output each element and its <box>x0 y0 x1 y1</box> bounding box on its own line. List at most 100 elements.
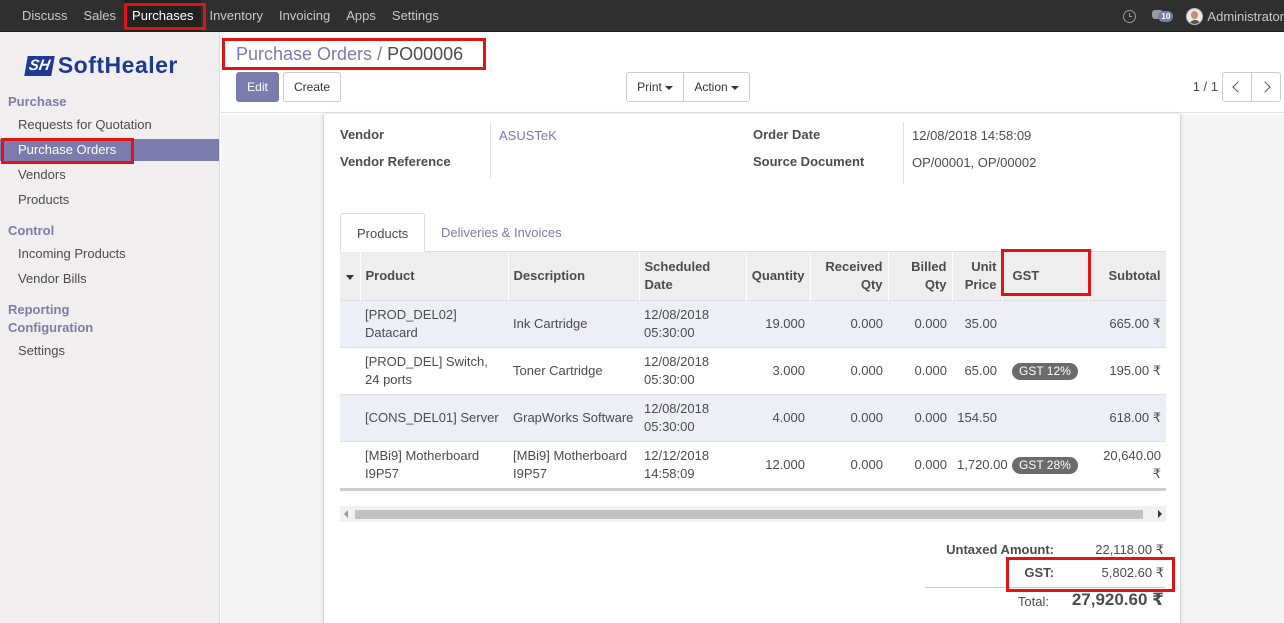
scroll-right-arrow-icon[interactable] <box>1158 510 1162 518</box>
row-handle <box>340 393 360 441</box>
create-button[interactable]: Create <box>283 72 341 102</box>
row-handle <box>340 299 360 347</box>
table-row[interactable]: [CONS_DEL01] Server GrapWorks Software 1… <box>340 393 1166 441</box>
breadcrumb-separator: / <box>372 44 388 64</box>
column-received-qty[interactable]: Received Qty <box>810 252 889 300</box>
cell-unit-price: 35.00 <box>952 299 1002 347</box>
notebook-tabs: Products Deliveries & Invoices <box>340 213 1166 252</box>
cell-quantity: 3.000 <box>746 346 810 394</box>
cell-gst: GST 12% <box>1002 346 1088 394</box>
cell-scheduled-date: 12/12/2018 14:58:09 <box>639 440 746 488</box>
cell-description: Ink Cartridge <box>508 299 639 347</box>
column-scheduled-date[interactable]: Scheduled Date <box>639 252 747 300</box>
vendor-value[interactable]: ASUSTeK <box>499 128 557 143</box>
menu-purchases[interactable]: Purchases <box>124 0 202 32</box>
scrollbar-thumb[interactable] <box>355 510 1143 519</box>
sidebar-item-rfq[interactable]: Requests for Quotation <box>0 114 219 136</box>
cell-product: [CONS_DEL01] Server <box>360 393 508 441</box>
print-dropdown[interactable]: Print <box>626 72 684 102</box>
untaxed-amount-label: Untaxed Amount: <box>946 542 1054 557</box>
menu-sales[interactable]: Sales <box>76 0 125 32</box>
pager-next-button[interactable] <box>1251 72 1281 102</box>
column-gst[interactable]: GST <box>1002 252 1089 300</box>
vendor-reference-label: Vendor Reference <box>340 154 451 169</box>
chevron-down-icon <box>664 85 673 90</box>
column-billed-qty[interactable]: Billed Qty <box>888 252 953 300</box>
sidebar-item-vendor-bills[interactable]: Vendor Bills <box>0 268 219 290</box>
tab-products[interactable]: Products <box>340 213 426 252</box>
gst-tag: GST 12% <box>1012 362 1078 380</box>
menu-discuss[interactable]: Discuss <box>14 0 76 32</box>
scroll-left-arrow-icon[interactable] <box>344 510 348 518</box>
total-value: 27,920.60 ₹ <box>1071 590 1164 609</box>
sidebar-item-incoming-products[interactable]: Incoming Products <box>0 243 219 265</box>
chevron-right-icon <box>1259 81 1271 93</box>
sidebar-item-purchase-orders[interactable]: Purchase Orders <box>0 139 219 161</box>
cell-billed-qty: 0.000 <box>888 346 952 394</box>
logo-text: SoftHealer <box>57 52 178 78</box>
activity-clock-icon[interactable] <box>1123 9 1137 23</box>
edit-button[interactable]: Edit <box>236 72 279 102</box>
cell-gst <box>1002 393 1088 441</box>
control-panel: Purchase Orders / PO00006 Edit Create Pr… <box>221 32 1284 113</box>
pager-previous-button[interactable] <box>1222 72 1252 102</box>
horizontal-scrollbar[interactable] <box>340 506 1166 522</box>
sort-header[interactable] <box>340 252 361 300</box>
form-sheet: Vendor ASUSTeK Vendor Reference Order Da… <box>323 114 1181 623</box>
order-lines-table: Product Description Scheduled Date Quant… <box>340 252 1167 488</box>
menu-settings[interactable]: Settings <box>384 0 447 32</box>
order-date-label: Order Date <box>753 127 821 142</box>
cell-received-qty: 0.000 <box>810 440 888 488</box>
cell-description: GrapWorks Software <box>508 393 639 441</box>
cell-description: [MBi9] Motherboard I9P57 <box>508 440 639 488</box>
table-row[interactable]: [PROD_DEL] Switch, 24 ports Toner Cartri… <box>340 346 1166 394</box>
table-row[interactable]: [MBi9] Motherboard I9P57 [MBi9] Motherbo… <box>340 440 1166 488</box>
column-product[interactable]: Product <box>360 252 509 300</box>
chevron-down-icon <box>730 85 739 90</box>
user-avatar[interactable] <box>1186 7 1204 25</box>
pager-value[interactable]: 1 / 1 <box>1193 79 1218 94</box>
messaging-icon[interactable]: 10 <box>1152 9 1174 23</box>
action-dropdown[interactable]: Action <box>683 72 750 102</box>
print-label: Print <box>637 80 662 94</box>
menu-invoicing[interactable]: Invoicing <box>271 0 338 32</box>
sidebar-item-products[interactable]: Products <box>0 189 219 211</box>
cell-description: Toner Cartridge <box>508 346 639 394</box>
gst-tag: GST 28% <box>1012 456 1078 474</box>
cell-billed-qty: 0.000 <box>888 440 952 488</box>
cell-scheduled-date: 12/08/2018 05:30:00 <box>639 393 746 441</box>
sidebar-section-configuration: Configuration <box>8 320 94 335</box>
cell-product: [PROD_DEL02] Datacard <box>360 299 508 347</box>
sidebar-section-purchase: Purchase <box>8 94 67 109</box>
cell-subtotal: 20,640.00 ₹ <box>1088 440 1166 488</box>
cell-received-qty: 0.000 <box>810 346 888 394</box>
field-separator <box>903 122 904 184</box>
cell-unit-price: 1,720.00 <box>952 440 1008 488</box>
untaxed-amount-value: 22,118.00 ₹ <box>1095 542 1164 557</box>
cell-billed-qty: 0.000 <box>888 393 952 441</box>
cell-gst: GST 28% <box>1002 440 1088 488</box>
sidebar-section-reporting: Reporting <box>8 302 70 317</box>
cell-product: [PROD_DEL] Switch, 24 ports <box>360 346 508 394</box>
cell-subtotal: 195.00 ₹ <box>1088 346 1166 394</box>
form-view: Vendor ASUSTeK Vendor Reference Order Da… <box>221 114 1284 623</box>
menu-apps[interactable]: Apps <box>338 0 384 32</box>
sidebar: SH SoftHealer Purchase Requests for Quot… <box>0 32 220 623</box>
column-unit-price[interactable]: Unit Price <box>952 252 1003 300</box>
menu-inventory[interactable]: Inventory <box>201 0 270 32</box>
tab-deliveries-invoices[interactable]: Deliveries & Invoices <box>425 213 578 252</box>
sidebar-item-vendors[interactable]: Vendors <box>0 164 219 186</box>
column-subtotal[interactable]: Subtotal <box>1088 252 1167 300</box>
gst-total-value: 5,802.60 ₹ <box>1101 565 1165 580</box>
sidebar-section-control: Control <box>8 223 55 238</box>
cell-quantity: 19.000 <box>746 299 810 347</box>
cell-quantity: 4.000 <box>746 393 810 441</box>
column-description[interactable]: Description <box>508 252 640 300</box>
column-quantity[interactable]: Quantity <box>746 252 811 300</box>
chevron-left-icon <box>1232 81 1244 93</box>
table-header-row: Product Description Scheduled Date Quant… <box>340 252 1167 300</box>
table-row[interactable]: [PROD_DEL02] Datacard Ink Cartridge 12/0… <box>340 299 1166 347</box>
sidebar-item-settings[interactable]: Settings <box>0 340 219 362</box>
user-name[interactable]: Administrator <box>1207 9 1284 24</box>
breadcrumb-purchase-orders[interactable]: Purchase Orders <box>236 44 372 64</box>
